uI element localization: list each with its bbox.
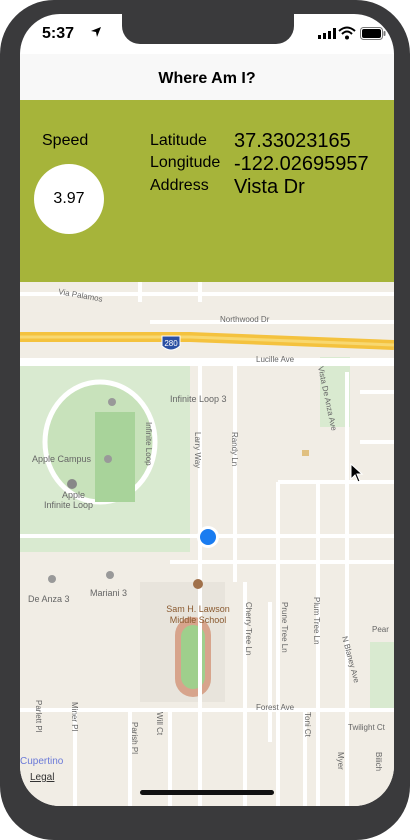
home-indicator[interactable] (140, 790, 274, 795)
street-label: Parish Pl (130, 722, 139, 754)
street-label: Infinite Loop (144, 422, 153, 466)
street-label: Myer (336, 752, 345, 770)
street-label: Twilight Ct (348, 723, 386, 732)
address-value: Vista Dr (234, 176, 305, 198)
street-label: Randy Ln (230, 432, 239, 466)
street-label: Northwood Dr (220, 315, 270, 324)
street-label: Pear (372, 625, 389, 634)
street-label: N Blaney Ave (340, 635, 361, 684)
battery-icon (360, 27, 386, 40)
phone-screen: 5:37 Where Am I? Speed 3.97 Latitude 37.… (20, 14, 394, 806)
building-marker (302, 450, 309, 456)
map-canvas[interactable]: 280 Via Palamos Northwood Dr Lucille Ave… (20, 282, 394, 806)
street-label: Via Palamos (58, 287, 104, 304)
map-city-label: Cupertino (20, 756, 64, 767)
cellular-signal-icon (318, 28, 336, 39)
street-label: Forest Ave (256, 703, 295, 712)
street-label: Plum Tree Ln (312, 597, 321, 645)
poi-pin-icon[interactable] (108, 398, 116, 406)
speed-gauge: 3.97 (34, 164, 104, 234)
status-time: 5:37 (42, 25, 75, 42)
user-location-dot[interactable] (200, 529, 216, 545)
poi-pin-icon[interactable] (104, 455, 112, 463)
poi-label: De Anza 3 (28, 594, 70, 604)
longitude-value: -122.02695957 (234, 153, 369, 175)
street-label: Larry Way (193, 432, 202, 468)
street-label: Will Ct (155, 712, 164, 736)
highway-number: 280 (164, 339, 178, 348)
mouse-cursor-icon (350, 463, 364, 483)
campus-lawn (95, 412, 135, 502)
poi-label: Mariani 3 (90, 588, 127, 598)
longitude-label: Longitude (150, 154, 221, 171)
speed-label: Speed (42, 132, 89, 149)
street-label: Lucille Ave (256, 355, 295, 364)
street-label: Toni Ct (303, 712, 312, 738)
latitude-label: Latitude (150, 132, 207, 149)
wifi-icon (338, 26, 356, 40)
poi-label: Sam H. Lawson (166, 604, 230, 614)
navigation-bar: Where Am I? (20, 54, 394, 101)
location-info-panel: Speed 3.97 Latitude 37.33023165 Longitud… (20, 100, 394, 282)
school-pin-icon[interactable] (193, 579, 203, 589)
map-view[interactable]: 280 Via Palamos Northwood Dr Lucille Ave… (20, 282, 394, 806)
poi-label: Middle School (170, 615, 227, 625)
poi-pin-icon[interactable] (48, 575, 56, 583)
poi-label: Apple (62, 490, 85, 500)
latitude-value: 37.33023165 (234, 130, 351, 152)
street-label: Parlett Pl (34, 700, 43, 733)
poi-pin-icon[interactable] (106, 571, 114, 579)
street-label: Miner Pl (70, 702, 79, 732)
poi-label: Infinite Loop (44, 500, 93, 510)
page-title: Where Am I? (158, 70, 256, 87)
highway-shield-icon: 280 (161, 335, 181, 351)
poi-label: Apple Campus (32, 454, 92, 464)
street-label: Bilich (374, 752, 383, 771)
location-arrow-icon (91, 27, 101, 37)
poi-label: Infinite Loop 3 (170, 394, 227, 404)
street-label: Prune Tree Ln (280, 602, 289, 653)
address-label: Address (150, 177, 209, 194)
street-label: Cherry Tree Ln (244, 602, 253, 655)
apple-logo-icon[interactable] (67, 479, 77, 489)
device-notch (122, 14, 294, 44)
speed-value: 3.97 (53, 190, 85, 207)
device-frame: 5:37 Where Am I? Speed 3.97 Latitude 37.… (0, 0, 410, 840)
map-legal-link[interactable]: Legal (30, 772, 54, 783)
park-area (370, 642, 394, 712)
